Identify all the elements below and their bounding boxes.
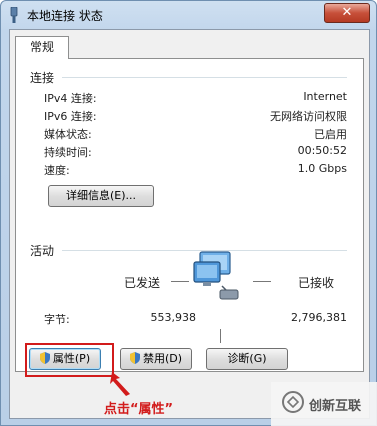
network-computers-icon (193, 251, 239, 300)
ipv4-value: Internet (303, 90, 347, 103)
bytes-label: 字节: (44, 313, 70, 326)
disable-button-label: 禁用(D) (142, 352, 183, 365)
diagnose-button[interactable]: 诊断(G) (206, 348, 288, 370)
received-label: 已接收 (298, 276, 335, 290)
watermark: 创新互联 (271, 382, 377, 426)
properties-highlight-box (25, 343, 114, 377)
tab-panel-general: 连接 IPv4 连接: Internet IPv6 连接: 无网络访问权限 媒体… (15, 58, 364, 372)
connection-group-divider (62, 77, 347, 78)
watermark-logo-icon (282, 391, 304, 413)
activity-group-label: 活动 (30, 244, 55, 258)
media-state-label: 媒体状态: (44, 128, 92, 141)
title-bar[interactable]: 本地连接 状态 ✕ (1, 1, 376, 29)
media-state-value: 已启用 (314, 128, 347, 141)
annotation-text: 点击“属性” (104, 402, 174, 417)
activity-divider (220, 329, 221, 343)
ipv6-value: 无网络访问权限 (270, 110, 347, 123)
ipv4-label: IPv4 连接: (44, 92, 97, 105)
speed-value: 1.0 Gbps (297, 162, 347, 175)
duration-label: 持续时间: (44, 146, 92, 159)
pointer-arrow-icon (110, 372, 130, 396)
details-button[interactable]: 详细信息(E)... (48, 185, 154, 207)
connection-group-label: 连接 (30, 71, 55, 85)
bytes-received-value: 2,796,381 (291, 311, 347, 324)
watermark-text: 创新互联 (309, 399, 362, 414)
network-adapter-icon (10, 7, 18, 23)
received-connector-line (253, 281, 271, 282)
close-button[interactable]: ✕ (324, 3, 370, 23)
bytes-sent-value: 553,938 (150, 311, 197, 324)
uac-shield-icon (129, 352, 140, 364)
tab-general[interactable]: 常规 (15, 36, 69, 59)
speed-label: 速度: (44, 164, 70, 177)
duration-value: 00:50:52 (297, 144, 347, 157)
ipv6-label: IPv6 连接: (44, 110, 97, 123)
disable-button[interactable]: 禁用(D) (120, 348, 192, 370)
window-title: 本地连接 状态 (27, 9, 103, 23)
sent-label: 已发送 (124, 276, 161, 290)
sent-connector-line (171, 281, 189, 282)
